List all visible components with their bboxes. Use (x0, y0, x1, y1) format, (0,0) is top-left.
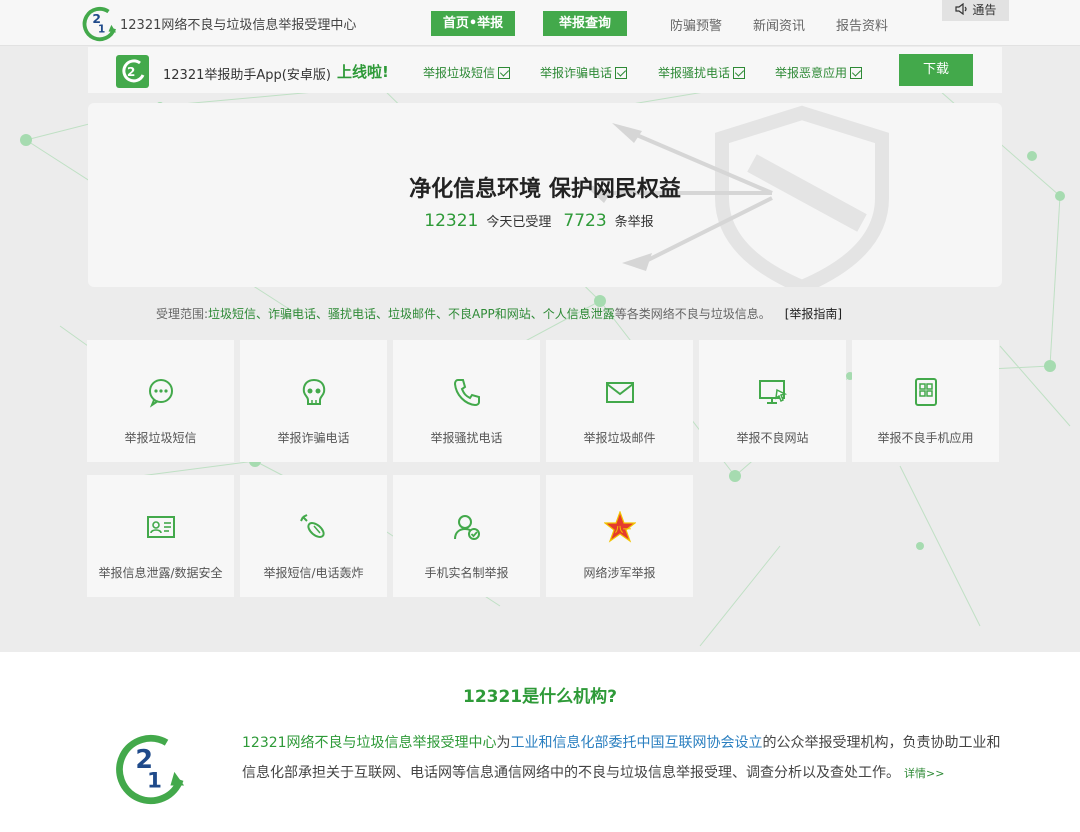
scope-line: 受理范围:垃圾短信、诈骗电话、骚扰电话、垃圾邮件、不良APP和网站、个人信息泄露… (156, 305, 842, 322)
envelope-icon (606, 382, 634, 403)
app-feature-malicious-app: 举报恶意应用 (775, 64, 863, 81)
notice-label: 通告 (972, 3, 997, 17)
tile-label: 手机实名制举报 (424, 566, 509, 580)
checkbox-icon (733, 67, 746, 79)
checkbox-icon (850, 67, 863, 79)
nav-news[interactable]: 新闻资讯 (753, 15, 805, 34)
monitor-icon (759, 380, 788, 404)
about-title: 12321是什么机构? (462, 687, 617, 707)
about-section: 12321是什么机构? 2 1 12321网络不良与垃圾信息举报受理中心为工业和… (0, 652, 1080, 832)
skull-icon (302, 378, 326, 405)
checkbox-icon (615, 67, 628, 79)
nav-reports[interactable]: 报告资料 (836, 15, 888, 34)
tile-label: 举报诈骗电话 (277, 431, 350, 445)
user-check-icon (454, 515, 480, 540)
site-title[interactable]: 12321网络不良与垃圾信息举报受理中心 (120, 14, 356, 33)
about-authority: 工业和信息化部委托中国互联网协会设立 (510, 735, 763, 751)
tile-spam-email[interactable]: 举报垃圾邮件 (546, 340, 693, 462)
app-logo-icon: 2 (116, 55, 149, 88)
about-text-part: 为 (496, 735, 511, 751)
scope-suffix: 等各类网络不良与垃圾信息。 (614, 307, 771, 321)
stat-number-hotline: 12321 (424, 211, 479, 231)
app-feature-fraud-call: 举报诈骗电话 (540, 64, 628, 81)
tile-harass-call[interactable]: 举报骚扰电话 (393, 340, 540, 462)
tile-call-bombing[interactable]: 举报短信/电话轰炸 (240, 475, 387, 597)
bomb-icon (300, 514, 325, 538)
tile-label: 举报骚扰电话 (430, 431, 503, 445)
app-promo-text: 12321举报助手App(安卓版) (163, 68, 331, 83)
scope-items: 垃圾短信、诈骗电话、骚扰电话、垃圾邮件、不良APP和网站、个人信息泄露 (208, 307, 615, 321)
tile-label: 举报短信/电话轰炸 (263, 566, 364, 580)
stat-label-today: 今天已受理 (486, 215, 552, 230)
tile-bad-app[interactable]: 举报不良手机应用 (852, 340, 999, 462)
hero-banner: 净化信息环境 保护网民权益 12321 今天已受理 7723 条举报 (88, 103, 1002, 287)
army-star-icon: 八一 (604, 511, 636, 543)
stat-label-reports: 条举报 (614, 215, 654, 230)
about-description: 12321网络不良与垃圾信息举报受理中心为工业和信息化部委托中国互联网协会设立的… (242, 728, 1002, 789)
tile-military[interactable]: 八一 网络涉军举报 (546, 475, 693, 597)
stat-number-count: 7723 (563, 211, 607, 231)
tile-label: 举报不良网站 (736, 431, 809, 445)
about-logo-icon: 2 1 (116, 734, 185, 805)
app-feature-sms: 举报垃圾短信 (423, 64, 511, 81)
app-feature-harass-call: 举报骚扰电话 (658, 64, 746, 81)
tile-real-name[interactable]: 手机实名制举报 (393, 475, 540, 597)
svg-text:2: 2 (127, 65, 135, 79)
hero-stats: 12321 今天已受理 7723 条举报 (88, 211, 1002, 231)
tile-label: 举报信息泄露/数据安全 (98, 566, 223, 580)
about-more-link[interactable]: 详情>> (904, 767, 944, 780)
nav-fraud-warning[interactable]: 防骗预警 (670, 15, 722, 34)
tile-label: 举报垃圾邮件 (583, 431, 656, 445)
download-button[interactable]: 下载 (899, 54, 973, 86)
tile-fraud-call[interactable]: 举报诈骗电话 (240, 340, 387, 462)
top-navigation-bar: 2 1 12321网络不良与垃圾信息举报受理中心 首页•举报 举报查询 防骗预警… (0, 0, 1080, 46)
nav-home-report[interactable]: 首页•举报 (431, 11, 515, 36)
svg-text:八一: 八一 (614, 525, 631, 534)
checkbox-icon (498, 67, 511, 79)
scope-prefix: 受理范围: (156, 307, 209, 321)
id-card-icon (147, 516, 175, 538)
tile-label: 举报垃圾短信 (124, 431, 197, 445)
chat-bubble-icon (149, 379, 173, 408)
hero-slogan: 净化信息环境 保护网民权益 (409, 177, 681, 202)
notice-button[interactable]: 通告 (942, 0, 1009, 21)
site-logo-icon[interactable]: 2 1 (80, 4, 118, 42)
speaker-icon (954, 2, 967, 16)
phone-icon (453, 379, 480, 407)
tile-label: 举报不良手机应用 (877, 431, 974, 445)
tile-label: 网络涉军举报 (583, 566, 656, 580)
app-promo-bar: 2 12321举报助手App(安卓版) 上线啦! 举报垃圾短信 举报诈骗电话 举… (88, 47, 1002, 93)
nav-report-query[interactable]: 举报查询 (543, 11, 627, 36)
tile-data-leak[interactable]: 举报信息泄露/数据安全 (87, 475, 234, 597)
about-org-name: 12321网络不良与垃圾信息举报受理中心 (242, 735, 497, 751)
report-guide-link[interactable]: [举报指南] (785, 307, 842, 321)
svg-text:1: 1 (147, 769, 162, 794)
tile-spam-sms[interactable]: 举报垃圾短信 (87, 340, 234, 462)
svg-text:1: 1 (98, 24, 105, 36)
app-online-label: 上线啦! (337, 63, 389, 81)
mobile-app-icon (915, 378, 937, 406)
tile-bad-website[interactable]: 举报不良网站 (699, 340, 846, 462)
